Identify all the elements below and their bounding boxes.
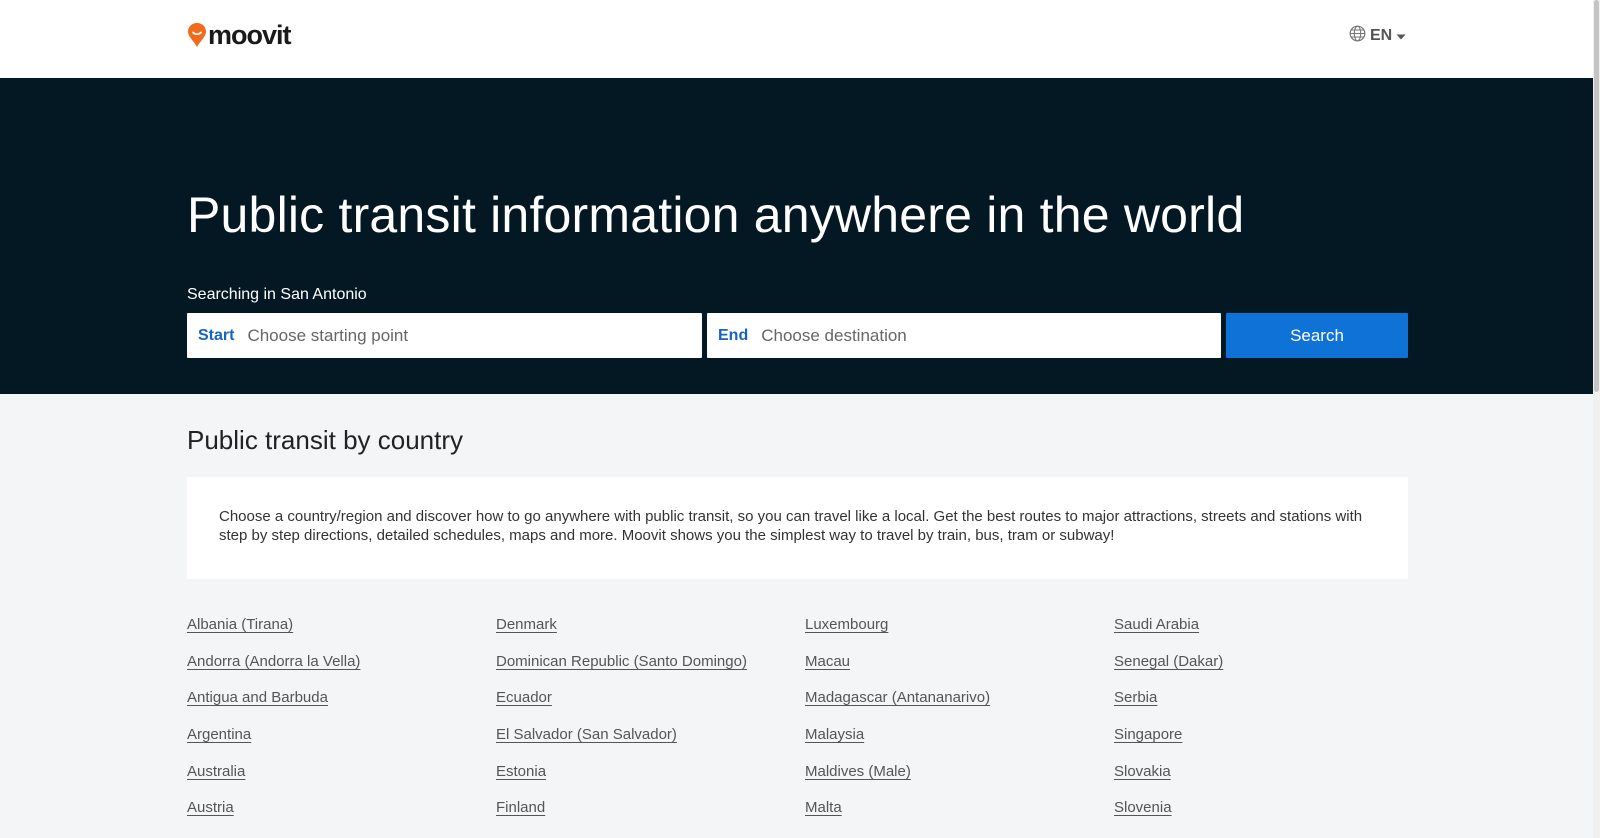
start-input[interactable]	[247, 313, 702, 358]
search-button[interactable]: Search	[1226, 313, 1408, 358]
top-navbar: moovit EN	[0, 0, 1600, 78]
end-field[interactable]: End	[707, 313, 1221, 358]
country-link[interactable]: Malta	[805, 799, 1114, 836]
start-label: Start	[198, 326, 235, 344]
start-field[interactable]: Start	[187, 313, 702, 358]
hero-title: Public transit information anywhere in t…	[187, 187, 1245, 243]
language-selector[interactable]: EN	[1349, 25, 1406, 47]
globe-icon	[1349, 25, 1366, 47]
country-column-4: Saudi Arabia Senegal (Dakar) Serbia Sing…	[1114, 616, 1423, 836]
intro-text: Choose a country/region and discover how…	[219, 508, 1363, 544]
country-link[interactable]: Luxembourg	[805, 616, 1114, 653]
country-link[interactable]: Slovenia	[1114, 799, 1423, 836]
moovit-pin-icon	[187, 22, 207, 48]
country-link[interactable]: Ecuador	[496, 689, 805, 726]
end-input[interactable]	[761, 313, 1221, 358]
logo-text: moovit	[208, 19, 292, 50]
intro-card: Choose a country/region and discover how…	[187, 477, 1408, 579]
end-label: End	[718, 326, 749, 344]
caret-down-icon	[1396, 27, 1406, 45]
searching-location-label: Searching in San Antonio	[187, 286, 367, 303]
country-link[interactable]: Australia	[187, 763, 496, 800]
scrollbar-thumb[interactable]	[1594, 0, 1599, 392]
country-link[interactable]: Malaysia	[805, 726, 1114, 763]
country-link[interactable]: El Salvador (San Salvador)	[496, 726, 805, 763]
country-link[interactable]: Serbia	[1114, 689, 1423, 726]
country-link[interactable]: Albania (Tirana)	[187, 616, 496, 653]
moovit-logo[interactable]: moovit	[187, 19, 292, 51]
country-link[interactable]: Argentina	[187, 726, 496, 763]
country-link[interactable]: Senegal (Dakar)	[1114, 653, 1423, 690]
country-link[interactable]: Finland	[496, 799, 805, 836]
country-list: Albania (Tirana) Andorra (Andorra la Vel…	[187, 616, 1427, 836]
country-link[interactable]: Denmark	[496, 616, 805, 653]
hero-section: Public transit information anywhere in t…	[0, 78, 1600, 394]
country-link[interactable]: Singapore	[1114, 726, 1423, 763]
country-link[interactable]: Madagascar (Antananarivo)	[805, 689, 1114, 726]
country-link[interactable]: Slovakia	[1114, 763, 1423, 800]
country-link[interactable]: Andorra (Andorra la Vella)	[187, 653, 496, 690]
country-column-3: Luxembourg Macau Madagascar (Antananariv…	[805, 616, 1114, 836]
page-scrollbar[interactable]	[1593, 0, 1600, 838]
language-code: EN	[1370, 27, 1393, 44]
country-link[interactable]: Estonia	[496, 763, 805, 800]
country-link[interactable]: Antigua and Barbuda	[187, 689, 496, 726]
country-column-2: Denmark Dominican Republic (Santo Doming…	[496, 616, 805, 836]
country-link[interactable]: Dominican Republic (Santo Domingo)	[496, 653, 805, 690]
country-column-1: Albania (Tirana) Andorra (Andorra la Vel…	[187, 616, 496, 836]
country-link[interactable]: Austria	[187, 799, 496, 836]
country-link[interactable]: Saudi Arabia	[1114, 616, 1423, 653]
section-title: Public transit by country	[187, 425, 464, 455]
country-link[interactable]: Macau	[805, 653, 1114, 690]
country-link[interactable]: Maldives (Male)	[805, 763, 1114, 800]
